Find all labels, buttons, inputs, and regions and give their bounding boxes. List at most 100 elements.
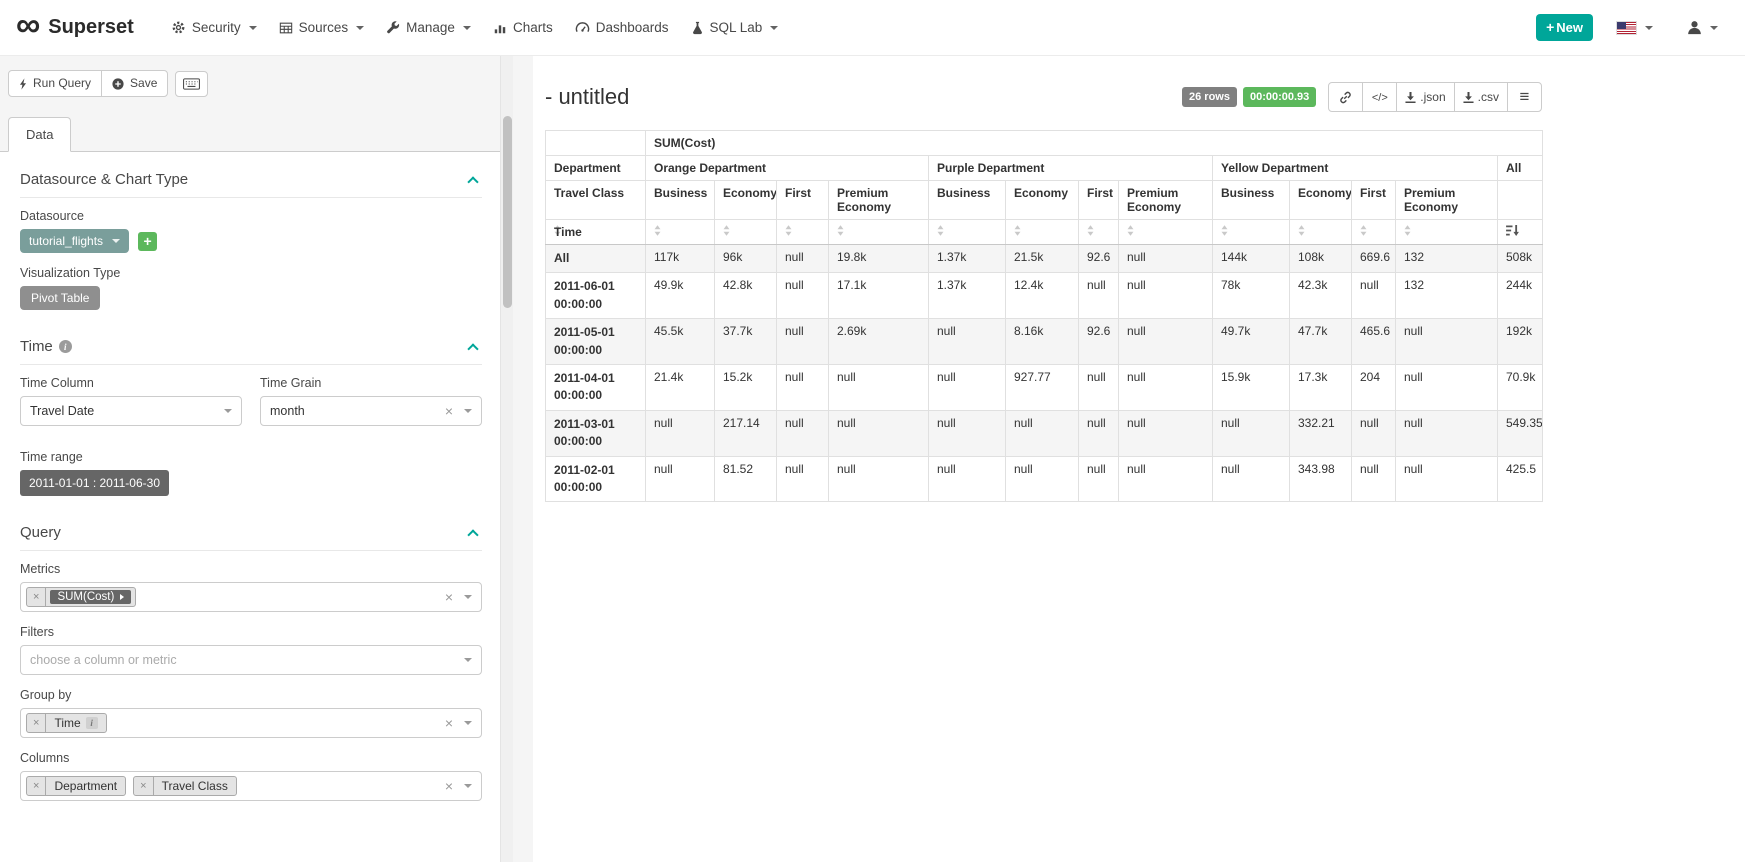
short-url-button[interactable] bbox=[1328, 82, 1363, 112]
nav-item-security[interactable]: Security bbox=[160, 12, 268, 43]
columns-select[interactable]: Department Travel Class bbox=[20, 771, 482, 801]
sort-icon[interactable] bbox=[785, 225, 792, 236]
bolt-icon bbox=[19, 78, 27, 90]
value-cell: null bbox=[929, 410, 1006, 456]
chart-menu-button[interactable] bbox=[1507, 82, 1542, 112]
groupby-label: Group by bbox=[20, 688, 482, 702]
control-panel: Datasource & Chart Type Datasource tutor… bbox=[0, 152, 500, 862]
export-csv-button[interactable]: .csv bbox=[1454, 82, 1508, 112]
metric-chip[interactable]: SUM(Cost) bbox=[50, 590, 131, 604]
caret-down-icon bbox=[464, 595, 472, 599]
metric-token[interactable]: SUM(Cost) bbox=[26, 587, 136, 607]
run-query-button[interactable]: Run Query bbox=[8, 70, 102, 97]
remove-icon[interactable] bbox=[134, 777, 153, 795]
tab-data[interactable]: Data bbox=[8, 117, 71, 152]
brand[interactable]: ∞ Superset bbox=[16, 14, 134, 42]
chart-header: - untitled 26 rows 00:00:00.93 .json bbox=[545, 82, 1542, 112]
time-sort-header[interactable]: Time bbox=[546, 220, 646, 245]
section-header-time[interactable]: Time bbox=[20, 323, 482, 365]
column-sort-header[interactable] bbox=[1079, 220, 1119, 245]
groupby-select[interactable]: Time bbox=[20, 708, 482, 738]
column-sort-header[interactable] bbox=[777, 220, 829, 245]
travel-class-header: First bbox=[777, 181, 829, 220]
column-sort-header[interactable] bbox=[646, 220, 715, 245]
save-button[interactable]: Save bbox=[101, 70, 168, 97]
column-sort-header[interactable] bbox=[1006, 220, 1079, 245]
info-icon[interactable] bbox=[59, 340, 72, 353]
caret-down-icon bbox=[464, 409, 472, 413]
sort-desc-icon[interactable] bbox=[1506, 225, 1519, 236]
nav-item-sql-lab[interactable]: SQL Lab bbox=[680, 12, 790, 43]
groupby-value: Time bbox=[54, 716, 80, 730]
value-cell: null bbox=[1006, 456, 1079, 502]
time-grain-label: Time Grain bbox=[260, 376, 482, 390]
nav-item-dashboards[interactable]: Dashboards bbox=[564, 12, 680, 43]
sort-icon[interactable] bbox=[723, 225, 730, 236]
section-header-datasource[interactable]: Datasource & Chart Type bbox=[20, 156, 482, 198]
new-button[interactable]: New bbox=[1536, 14, 1593, 41]
language-selector[interactable] bbox=[1605, 13, 1664, 43]
chevron-up-icon bbox=[467, 529, 478, 540]
column-sort-header[interactable] bbox=[1213, 220, 1290, 245]
viz-type-select[interactable]: Pivot Table bbox=[20, 286, 100, 310]
sort-icon[interactable] bbox=[1360, 225, 1367, 236]
department-group-header: Purple Department bbox=[929, 156, 1213, 181]
column-token[interactable]: Travel Class bbox=[133, 776, 237, 796]
clear-icon[interactable] bbox=[445, 779, 453, 793]
nav-item-sources[interactable]: Sources bbox=[268, 12, 376, 43]
time-grain-select[interactable]: month bbox=[260, 396, 482, 426]
keyboard-shortcuts-button[interactable] bbox=[175, 71, 208, 97]
link-icon bbox=[1339, 91, 1352, 104]
sort-icon[interactable] bbox=[1298, 225, 1305, 236]
clear-icon[interactable] bbox=[445, 716, 453, 730]
column-sort-header[interactable] bbox=[829, 220, 929, 245]
add-datasource-button[interactable] bbox=[138, 232, 157, 251]
column-sort-header[interactable] bbox=[1119, 220, 1213, 245]
panel-scrollbar[interactable] bbox=[500, 56, 513, 862]
time-column-select[interactable]: Travel Date bbox=[20, 396, 242, 426]
column-token[interactable]: Department bbox=[26, 776, 126, 796]
value-cell: null bbox=[1079, 364, 1119, 410]
sort-icon[interactable] bbox=[1404, 225, 1411, 236]
column-sort-header[interactable] bbox=[929, 220, 1006, 245]
view-query-button[interactable] bbox=[1362, 82, 1397, 112]
chart-title[interactable]: - untitled bbox=[545, 84, 629, 110]
section-header-query[interactable]: Query bbox=[20, 509, 482, 551]
all-sort-header[interactable] bbox=[1498, 220, 1543, 245]
column-sort-header[interactable] bbox=[1352, 220, 1396, 245]
remove-icon[interactable] bbox=[27, 588, 46, 606]
value-cell: 19.8k bbox=[829, 245, 929, 273]
scrollbar-thumb[interactable] bbox=[503, 116, 512, 308]
section-title: Time bbox=[20, 338, 53, 355]
filters-select[interactable]: choose a column or metric bbox=[20, 645, 482, 675]
user-menu[interactable] bbox=[1676, 12, 1729, 43]
export-csv-label: .csv bbox=[1478, 90, 1499, 104]
clear-icon[interactable] bbox=[445, 404, 453, 418]
filters-label: Filters bbox=[20, 625, 482, 639]
sort-icon[interactable] bbox=[1221, 225, 1228, 236]
time-range-button[interactable]: 2011-01-01 : 2011-06-30 bbox=[20, 470, 169, 496]
nav-item-charts[interactable]: Charts bbox=[482, 12, 564, 43]
groupby-token[interactable]: Time bbox=[26, 713, 107, 733]
sort-icon[interactable] bbox=[1014, 225, 1021, 236]
hamburger-icon bbox=[1520, 87, 1530, 107]
nav-item-manage[interactable]: Manage bbox=[375, 12, 482, 43]
run-query-label: Run Query bbox=[33, 77, 91, 90]
metrics-select[interactable]: SUM(Cost) bbox=[20, 582, 482, 612]
value-cell: null bbox=[829, 456, 929, 502]
column-sort-header[interactable] bbox=[1396, 220, 1498, 245]
section-title: Datasource & Chart Type bbox=[20, 171, 188, 188]
column-sort-header[interactable] bbox=[1290, 220, 1352, 245]
remove-icon[interactable] bbox=[27, 714, 46, 732]
sort-icon[interactable] bbox=[654, 225, 661, 236]
remove-icon[interactable] bbox=[27, 777, 46, 795]
datasource-select[interactable]: tutorial_flights bbox=[20, 229, 129, 253]
column-sort-header[interactable] bbox=[715, 220, 777, 245]
sort-icon[interactable] bbox=[1127, 225, 1134, 236]
export-json-button[interactable]: .json bbox=[1396, 82, 1454, 112]
sort-icon[interactable] bbox=[1087, 225, 1094, 236]
sort-icon[interactable] bbox=[937, 225, 944, 236]
table-row: 2011-03-01 00:00:00null217.14nullnullnul… bbox=[546, 410, 1543, 456]
clear-icon[interactable] bbox=[445, 590, 453, 604]
sort-icon[interactable] bbox=[837, 225, 844, 236]
